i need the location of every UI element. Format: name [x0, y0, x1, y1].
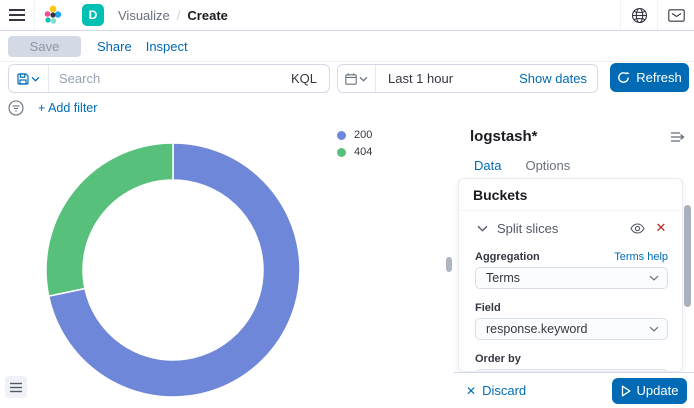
save-button[interactable]: Save [8, 36, 81, 57]
refresh-button[interactable]: Refresh [610, 63, 689, 92]
donut-chart [40, 137, 306, 403]
kql-button[interactable]: KQL [279, 71, 329, 86]
date-quick-menu-button[interactable] [338, 65, 376, 92]
legend-toggle-button[interactable] [5, 376, 27, 398]
mail-icon[interactable] [658, 0, 694, 30]
chevron-down-icon [359, 76, 368, 82]
terms-help-link[interactable]: Terms help [614, 251, 668, 263]
order-by-group: Order by Metric: Count [459, 340, 682, 372]
aggregation-select[interactable]: Terms [475, 267, 668, 289]
header-actions [620, 0, 694, 30]
save-query-icon [17, 73, 29, 85]
breadcrumb-separator: / [177, 8, 181, 23]
collapse-panel-icon[interactable] [668, 128, 688, 146]
query-bar: KQL [8, 64, 330, 93]
saved-query-menu-button[interactable] [9, 65, 49, 92]
field-value: response.keyword [486, 322, 649, 336]
search-input[interactable] [49, 65, 279, 92]
breadcrumb-create: Create [187, 8, 227, 23]
top-header: D Visualize / Create [0, 0, 694, 31]
field-group: Field response.keyword [459, 289, 682, 340]
query-row: KQL Last 1 hour Show dates Refresh [0, 62, 694, 96]
aggregation-value: Terms [486, 271, 649, 285]
legend-dot-200 [337, 131, 346, 140]
chevron-down-icon [649, 275, 659, 281]
legend-toggle-icon [10, 382, 22, 393]
chevron-down-icon[interactable] [475, 221, 489, 235]
update-label: Update [637, 383, 679, 398]
buckets-card: Buckets Split slices ✕ Aggregation [458, 178, 683, 372]
editor-footer: ✕ Discard Update [454, 372, 694, 408]
date-picker-bar: Last 1 hour Show dates [337, 64, 598, 93]
breadcrumb-visualize[interactable]: Visualize [118, 8, 170, 23]
legend-label-200: 200 [354, 129, 372, 141]
legend-item-404[interactable]: 404 [337, 146, 372, 158]
panel-scrollbar-thumb[interactable] [684, 205, 691, 307]
update-button[interactable]: Update [612, 378, 687, 404]
chevron-down-icon [31, 76, 40, 82]
buckets-heading: Buckets [459, 179, 682, 210]
aggregation-group: Aggregation Terms help Terms [459, 242, 682, 289]
aggregation-label: Aggregation [475, 248, 540, 267]
space-avatar[interactable]: D [82, 4, 104, 26]
elastic-logo[interactable] [34, 0, 70, 30]
share-button[interactable]: Share [97, 39, 132, 54]
vis-editor-panel: logstash* Data Options Buckets Split sli… [454, 120, 694, 408]
update-icon [621, 385, 631, 397]
show-dates-button[interactable]: Show dates [509, 71, 597, 86]
kibana-visualize-app: D Visualize / Create [0, 0, 694, 408]
remove-bucket-icon[interactable]: ✕ [652, 220, 670, 236]
menu-icon[interactable] [0, 0, 34, 30]
legend-item-200[interactable]: 200 [337, 129, 372, 141]
discard-button[interactable]: ✕ Discard [466, 383, 526, 398]
field-label: Field [475, 299, 501, 318]
split-slices-row: Split slices ✕ [459, 211, 682, 242]
time-range-value[interactable]: Last 1 hour [376, 71, 465, 86]
legend-dot-404 [337, 148, 346, 157]
chevron-down-icon [649, 326, 659, 332]
discard-x-icon: ✕ [466, 384, 476, 398]
visualize-toolbar: Save Share Inspect [0, 31, 694, 62]
inspect-button[interactable]: Inspect [146, 39, 188, 54]
donut-slice-404[interactable] [46, 143, 173, 296]
add-filter-button[interactable]: + Add filter [38, 101, 97, 115]
index-pattern-title: logstash* [470, 128, 538, 145]
breadcrumb: Visualize / Create [118, 8, 228, 23]
filter-icon[interactable] [2, 97, 30, 119]
panel-resize-handle[interactable] [446, 257, 452, 272]
refresh-label: Refresh [636, 70, 682, 85]
discard-label: Discard [482, 383, 526, 398]
filter-bar: + Add filter [0, 96, 694, 120]
chart-legend: 200 404 [337, 129, 372, 158]
order-by-label: Order by [475, 350, 521, 369]
refresh-icon [617, 71, 630, 84]
calendar-icon [345, 73, 357, 85]
field-select[interactable]: response.keyword [475, 318, 668, 340]
legend-label-404: 404 [354, 146, 372, 158]
help-icon[interactable] [621, 0, 657, 30]
eye-icon[interactable] [628, 220, 646, 236]
split-slices-label[interactable]: Split slices [497, 221, 628, 236]
